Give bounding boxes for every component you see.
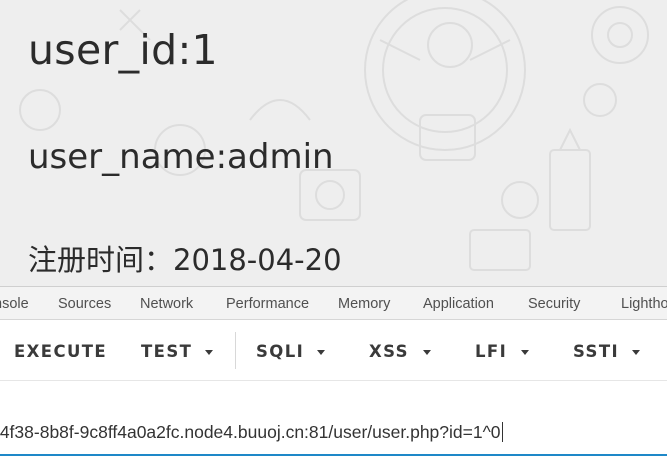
tab-sources[interactable]: Sources <box>58 296 111 312</box>
chevron-down-icon[interactable] <box>632 350 640 355</box>
url-input[interactable]: -4f38-8b8f-9c8ff4a0a2fc.node4.buuoj.cn:8… <box>0 422 503 443</box>
chevron-down-icon[interactable] <box>423 350 431 355</box>
tab-application[interactable]: Application <box>423 296 494 312</box>
chevron-down-icon[interactable] <box>317 350 325 355</box>
tab-security[interactable]: Security <box>528 296 580 312</box>
text-cursor <box>501 422 503 442</box>
url-value-text: -4f38-8b8f-9c8ff4a0a2fc.node4.buuoj.cn:8… <box>0 422 501 442</box>
chevron-down-icon[interactable] <box>521 350 529 355</box>
tab-console[interactable]: nsole <box>0 296 29 312</box>
tab-performance[interactable]: Performance <box>226 296 309 312</box>
lfi-menu-button[interactable]: LFI <box>475 342 507 361</box>
tab-memory[interactable]: Memory <box>338 296 390 312</box>
register-time-text: 注册时间：2018-04-20 <box>28 243 342 277</box>
ssti-menu-button[interactable]: SSTI <box>573 342 619 361</box>
hackbar-toolbar: EXECUTE TEST SQLI XSS LFI SSTI <box>0 320 667 380</box>
user-name-text: user_name:admin <box>28 137 334 177</box>
sqli-menu-button[interactable]: SQLI <box>256 342 304 361</box>
xss-menu-button[interactable]: XSS <box>369 342 409 361</box>
execute-button[interactable]: EXECUTE <box>14 342 107 361</box>
tab-network[interactable]: Network <box>140 296 193 312</box>
user-id-text: user_id:1 <box>28 26 218 74</box>
devtools-tab-bar: nsole Sources Network Performance Memory… <box>0 286 667 320</box>
tab-lighthouse[interactable]: Lightho <box>621 296 667 312</box>
toolbar-divider <box>235 332 236 369</box>
chevron-down-icon[interactable] <box>205 350 213 355</box>
test-menu-button[interactable]: TEST <box>141 342 192 361</box>
url-input-underline <box>0 454 667 456</box>
url-input-area[interactable]: -4f38-8b8f-9c8ff4a0a2fc.node4.buuoj.cn:8… <box>0 380 667 466</box>
page-content: user_id:1 user_name:admin 注册时间：2018-04-2… <box>0 0 667 286</box>
